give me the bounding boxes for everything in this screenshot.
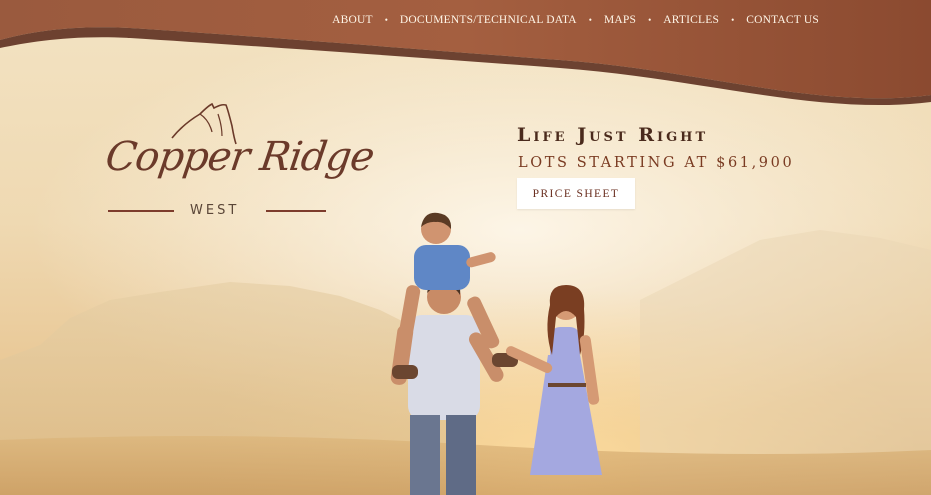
logo-subtitle: WEST bbox=[190, 203, 240, 218]
logo-wordmark: Copper Ridge bbox=[102, 134, 377, 180]
family-photo bbox=[390, 212, 602, 495]
nav-link-maps[interactable]: MAPS bbox=[604, 14, 636, 26]
nav-separator: • bbox=[384, 15, 388, 25]
nav-separator: • bbox=[588, 15, 592, 25]
main-nav: ABOUT • DOCUMENTS/TECHNICAL DATA • MAPS … bbox=[332, 14, 819, 26]
hero-price-line: LOTS STARTING AT $61,900 bbox=[518, 155, 795, 171]
nav-link-articles[interactable]: ARTICLES bbox=[663, 14, 719, 26]
logo-divider-right bbox=[266, 210, 326, 212]
nav-separator: • bbox=[648, 15, 652, 25]
site-logo[interactable]: Copper Ridge WEST bbox=[100, 100, 376, 225]
logo-divider-left bbox=[108, 210, 174, 212]
nav-link-contact[interactable]: CONTACT US bbox=[746, 14, 819, 26]
hero-tagline: Life Just Right bbox=[517, 124, 709, 146]
nav-link-documents[interactable]: DOCUMENTS/TECHNICAL DATA bbox=[400, 14, 577, 26]
nav-link-about[interactable]: ABOUT bbox=[332, 14, 373, 26]
nav-separator: • bbox=[731, 15, 735, 25]
